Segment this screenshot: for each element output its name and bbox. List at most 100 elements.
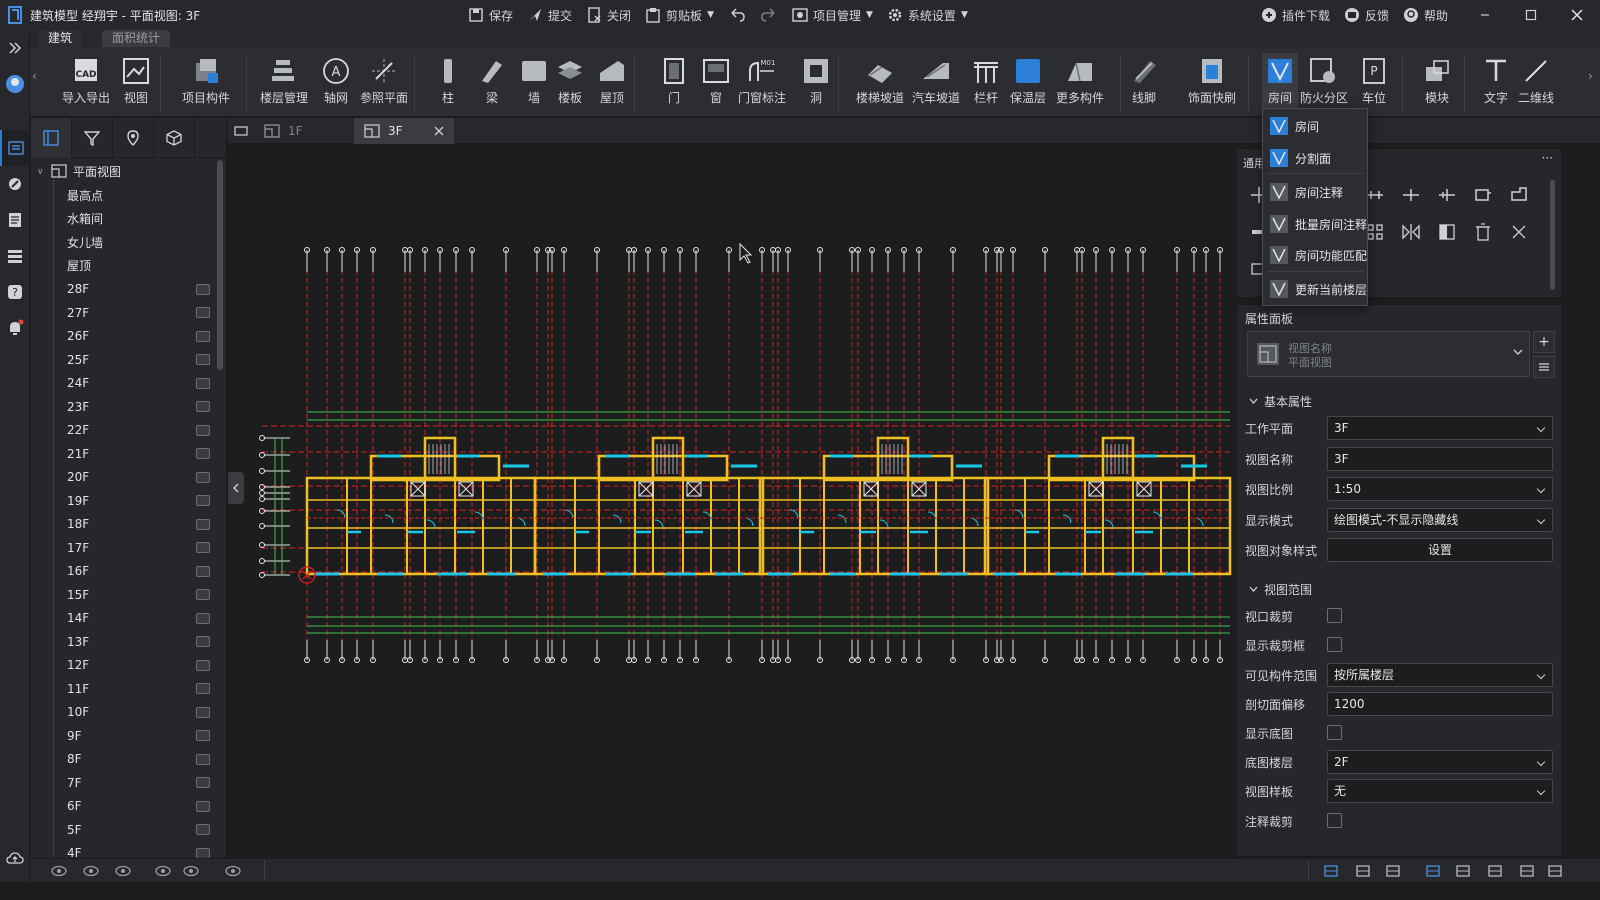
more-icon[interactable]: ··· (1542, 151, 1553, 165)
tree-locate-button[interactable] (113, 118, 154, 158)
visibility-toggle-icon[interactable] (196, 377, 210, 389)
tree-item[interactable]: 屋顶 (31, 254, 227, 278)
extend-icon[interactable] (1473, 185, 1495, 207)
replace-icon[interactable] (1437, 222, 1459, 244)
collapse-panel-button[interactable] (228, 472, 244, 504)
tree-item[interactable]: 6F (31, 795, 227, 819)
visibility-toggle-icon[interactable] (196, 589, 210, 600)
frame-icon[interactable] (1516, 863, 1538, 879)
ribbon-column[interactable]: 柱 (438, 53, 458, 113)
angle-icon[interactable] (1382, 863, 1404, 879)
visibility-toggle-icon[interactable] (196, 330, 210, 342)
window-icon[interactable] (1484, 863, 1506, 879)
submit-button[interactable]: 提交 (527, 7, 572, 24)
tab-area-statistics[interactable]: 面积统计 (102, 30, 171, 47)
visibility-toggle-icon[interactable] (196, 542, 210, 553)
visibility-toggle-icon[interactable] (196, 753, 210, 765)
chevron-down-icon[interactable]: ∨ (37, 167, 44, 177)
display-icon[interactable] (222, 863, 244, 879)
tree-tab-views[interactable] (31, 118, 72, 158)
project-management-button[interactable]: 项目管理 ▼ (792, 7, 873, 24)
tree-item[interactable]: 15F (31, 583, 227, 607)
ribbon-door-window-tag[interactable]: M01 门窗标注 (738, 53, 786, 113)
rail-notification-button[interactable] (0, 310, 30, 346)
delete-icon[interactable] (1473, 222, 1495, 244)
zoom-fit-icon[interactable] (1544, 863, 1566, 879)
visibility-toggle-icon[interactable] (196, 471, 210, 483)
save-button[interactable]: 保存 (468, 7, 513, 24)
unhide-icon[interactable] (112, 863, 134, 879)
tree-3d-button[interactable] (154, 118, 195, 158)
ribbon-text[interactable]: 文字 (1482, 53, 1510, 113)
tool-panel-scrollbar[interactable] (1550, 180, 1555, 290)
property-dropdown[interactable]: 1:50 (1327, 477, 1553, 501)
menu-item[interactable]: 房间 (1263, 113, 1367, 139)
property-dropdown[interactable]: 绘图模式-不显示隐藏线 (1327, 508, 1553, 532)
tree-item[interactable]: 22F (31, 419, 227, 443)
visibility-toggle-icon[interactable] (196, 401, 210, 412)
property-checkbox[interactable] (1327, 637, 1342, 652)
visibility-toggle-icon[interactable] (196, 636, 210, 647)
clipboard-button[interactable]: 剪贴板 ▼ (645, 7, 714, 24)
light-bulb-icon[interactable] (152, 863, 174, 879)
property-checkbox[interactable] (1327, 725, 1342, 740)
ribbon-import-export[interactable]: CAD 导入导出 (62, 53, 110, 113)
visibility-toggle-icon[interactable] (196, 824, 210, 835)
mirror-icon[interactable] (1401, 222, 1423, 244)
visibility-toggle-icon[interactable] (196, 424, 210, 436)
tab-3f[interactable]: 3F (354, 118, 454, 144)
close-tab-icon[interactable] (434, 126, 444, 136)
hide-icon[interactable] (48, 863, 70, 879)
tree-item[interactable]: 4F (31, 842, 227, 858)
ribbon-car-ramp[interactable]: 汽车坡道 (912, 53, 960, 113)
tree-item[interactable]: 水箱间 (31, 207, 227, 231)
system-settings-button[interactable]: 系统设置 ▼ (887, 7, 968, 24)
ribbon-project-components[interactable]: 项目构件 (182, 53, 230, 113)
close-file-button[interactable]: 关闭 (586, 7, 631, 24)
visibility-toggle-icon[interactable] (196, 612, 210, 624)
visibility-toggle-icon[interactable] (196, 777, 210, 788)
ribbon-module[interactable]: 模块 (1422, 53, 1452, 113)
maximize-button[interactable] (1508, 0, 1554, 30)
tree-item[interactable]: 27F (31, 301, 227, 325)
copy-icon[interactable] (1509, 222, 1531, 244)
visibility-toggle-icon[interactable] (196, 847, 210, 858)
array-icon[interactable] (1365, 222, 1387, 244)
property-input[interactable]: 3F (1327, 447, 1553, 471)
menu-item[interactable]: 批量房间注释 (1263, 211, 1367, 237)
visibility-toggle-icon[interactable] (196, 354, 210, 365)
rail-document-button[interactable] (0, 202, 30, 238)
visibility-toggle-icon[interactable] (196, 495, 210, 506)
plugin-download-button[interactable]: 插件下载 (1261, 7, 1330, 24)
eye-icon[interactable] (180, 863, 202, 879)
axis-snap-icon[interactable] (1320, 863, 1342, 879)
view-type-selector[interactable]: 视图名称 平面视图 (1247, 331, 1530, 377)
offset-icon[interactable] (1509, 185, 1531, 207)
visibility-toggle-icon[interactable] (196, 283, 210, 295)
property-checkbox[interactable] (1327, 608, 1342, 623)
close-window-button[interactable] (1554, 0, 1600, 30)
property-dropdown[interactable]: 按所属楼层 (1327, 663, 1553, 687)
tree-item[interactable]: 25F (31, 348, 227, 372)
ribbon-slab[interactable]: 楼板 (556, 53, 584, 113)
ribbon-door[interactable]: 门 (662, 53, 686, 113)
tree-item[interactable]: 20F (31, 466, 227, 490)
tree-item[interactable]: 17F (31, 536, 227, 560)
tree-scrollbar[interactable] (217, 160, 223, 370)
tree-item[interactable]: 24F (31, 372, 227, 396)
visibility-toggle-icon[interactable] (196, 706, 210, 718)
align-icon[interactable] (1365, 185, 1387, 207)
ribbon-fire-zone[interactable]: 防火分区 (1300, 53, 1348, 113)
ribbon-finish-brush[interactable]: 饰面快刷 (1188, 53, 1236, 113)
avatar-button[interactable] (0, 66, 30, 102)
tree-item[interactable]: 13F (31, 630, 227, 654)
ribbon-2d-line[interactable]: 二维线 (1518, 53, 1554, 113)
tab-1f[interactable]: 1F (254, 118, 354, 144)
menu-item[interactable]: 房间注释 (1263, 179, 1367, 205)
menu-item[interactable]: 房间功能匹配 (1263, 242, 1367, 268)
section-range[interactable]: 视图范围 (1249, 581, 1312, 598)
property-input[interactable]: 1200 (1327, 692, 1553, 716)
section-basic[interactable]: 基本属性 (1249, 393, 1312, 410)
ribbon-railing[interactable]: 栏杆 (972, 53, 1000, 113)
tree-item[interactable]: 7F (31, 771, 227, 795)
